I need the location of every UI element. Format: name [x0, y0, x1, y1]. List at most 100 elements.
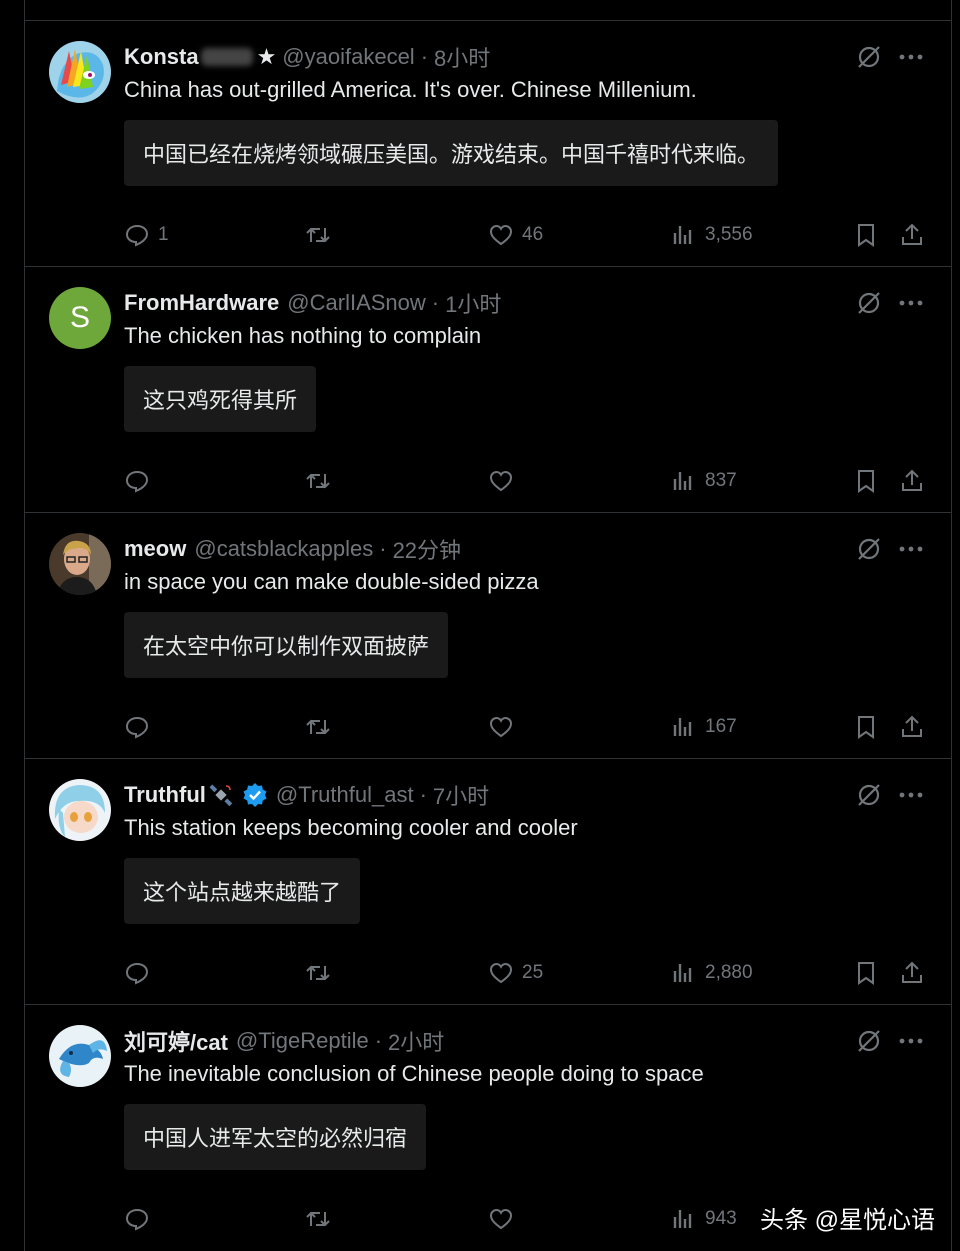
bookmark-icon — [858, 470, 874, 493]
like-count: 25 — [522, 962, 544, 983]
retweet-button[interactable] — [305, 1205, 331, 1233]
reply-icon — [125, 470, 149, 493]
tweet-header: Konsta ★ @yaoifakecel · 8小时 — [124, 43, 831, 71]
views-button[interactable]: 3,556 — [671, 221, 753, 249]
bookmark-icon — [858, 962, 874, 985]
timestamp[interactable]: 2小时 — [388, 1025, 444, 1057]
timestamp[interactable]: 22分钟 — [393, 533, 461, 565]
grok-icon[interactable] — [855, 289, 883, 317]
tweet[interactable]: Truthful @Truthful_ast · 7小时 This statio… — [25, 759, 951, 1005]
avatar[interactable] — [49, 1025, 111, 1087]
views-button[interactable]: 943 — [671, 1205, 737, 1233]
more-icon[interactable] — [897, 289, 925, 317]
like-button[interactable]: 25 — [488, 959, 543, 987]
tweet[interactable]: Konsta ★ @yaoifakecel · 8小时 China has ou… — [25, 21, 951, 267]
bookmark-icon — [858, 224, 874, 247]
translation-box: 在太空中你可以制作双面披萨 — [124, 612, 449, 678]
separator: · — [431, 290, 440, 315]
tweet-text: in space you can make double-sided pizza — [124, 569, 539, 594]
like-button[interactable] — [488, 1205, 522, 1233]
handle[interactable]: @catsblackapples — [194, 536, 373, 562]
bookmark-icon — [858, 716, 874, 739]
display-name[interactable]: 刘可婷/cat — [124, 1025, 228, 1057]
views-icon — [673, 226, 692, 244]
heart-icon — [489, 470, 513, 492]
avatar[interactable] — [49, 41, 111, 103]
retweet-icon — [306, 227, 330, 243]
reply-icon — [125, 716, 149, 739]
retweet-button[interactable] — [305, 221, 331, 249]
reply-button[interactable] — [124, 959, 158, 987]
separator: · — [379, 536, 387, 561]
reply-button[interactable]: 1 — [124, 221, 169, 249]
retweet-button[interactable] — [305, 467, 331, 495]
like-button[interactable] — [488, 467, 522, 495]
handle[interactable]: @yaoifakecel — [282, 44, 414, 70]
tweet-text: China has out-grilled America. It's over… — [124, 77, 697, 102]
views-count: 837 — [705, 470, 737, 491]
timestamp[interactable]: 8小时 — [434, 41, 490, 73]
handle[interactable]: @CarlIASnow — [287, 290, 426, 316]
handle[interactable]: @TigeReptile — [236, 1028, 369, 1054]
reply-button[interactable] — [124, 713, 158, 741]
grok-icon[interactable] — [855, 535, 883, 563]
avatar[interactable] — [49, 533, 111, 595]
like-button[interactable]: 46 — [488, 221, 543, 249]
reply-button[interactable] — [124, 1205, 158, 1233]
tweet[interactable]: meow @catsblackapples · 22分钟 in space yo… — [25, 513, 951, 759]
share-button[interactable] — [899, 467, 925, 495]
retweet-button[interactable] — [305, 713, 331, 741]
retweet-icon — [306, 965, 330, 981]
timestamp[interactable]: 7小时 — [433, 779, 489, 811]
verified-badge-icon[interactable] — [242, 782, 268, 808]
views-icon — [673, 718, 692, 736]
retweet-icon — [306, 473, 330, 489]
bookmark-button[interactable] — [853, 959, 879, 987]
tweet[interactable]: S FromHardware @CarlIASnow · 1小时 The chi… — [25, 267, 951, 513]
display-name[interactable]: Konsta — [124, 44, 199, 70]
bookmark-button[interactable] — [853, 467, 879, 495]
views-icon — [673, 964, 692, 982]
grok-icon[interactable] — [855, 43, 883, 71]
avatar[interactable]: S — [49, 287, 111, 349]
handle[interactable]: @Truthful_ast — [276, 782, 414, 808]
views-button[interactable]: 167 — [671, 713, 737, 741]
separator: · — [374, 1028, 383, 1053]
retweet-button[interactable] — [305, 959, 331, 987]
translation-box: 这只鸡死得其所 — [124, 366, 317, 432]
tweet-header: FromHardware @CarlIASnow · 1小时 — [124, 289, 831, 317]
more-icon[interactable] — [897, 43, 925, 71]
separator: · — [419, 782, 427, 807]
reply-icon — [125, 962, 149, 985]
share-icon — [902, 469, 922, 491]
share-button[interactable] — [899, 221, 925, 249]
display-name[interactable]: meow — [124, 536, 186, 562]
like-button[interactable] — [488, 713, 522, 741]
bookmark-button[interactable] — [853, 221, 879, 249]
reply-button[interactable] — [124, 467, 158, 495]
more-icon[interactable] — [897, 535, 925, 563]
share-button[interactable] — [899, 713, 925, 741]
retweet-icon — [306, 1211, 330, 1227]
more-icon[interactable] — [897, 1027, 925, 1055]
reply-count: 1 — [158, 224, 169, 245]
display-name[interactable]: FromHardware — [124, 290, 279, 316]
star-icon: ★ — [256, 44, 277, 69]
views-count: 2,880 — [705, 962, 753, 983]
grok-icon[interactable] — [855, 1027, 883, 1055]
translation-box: 这个站点越来越酷了 — [124, 858, 361, 924]
bookmark-button[interactable] — [853, 713, 879, 741]
avatar[interactable] — [49, 779, 111, 841]
tweet-text: This station keeps becoming cooler and c… — [124, 815, 578, 840]
redacted-name — [200, 48, 253, 66]
translation-box: 中国人进军太空的必然归宿 — [124, 1104, 427, 1170]
grok-icon[interactable] — [855, 781, 883, 809]
heart-icon — [489, 716, 513, 738]
views-button[interactable]: 837 — [671, 467, 737, 495]
display-name[interactable]: Truthful — [124, 782, 206, 808]
views-button[interactable]: 2,880 — [671, 959, 753, 987]
views-count: 3,556 — [705, 224, 753, 245]
share-button[interactable] — [899, 959, 925, 987]
more-icon[interactable] — [897, 781, 925, 809]
timestamp[interactable]: 1小时 — [445, 287, 501, 319]
